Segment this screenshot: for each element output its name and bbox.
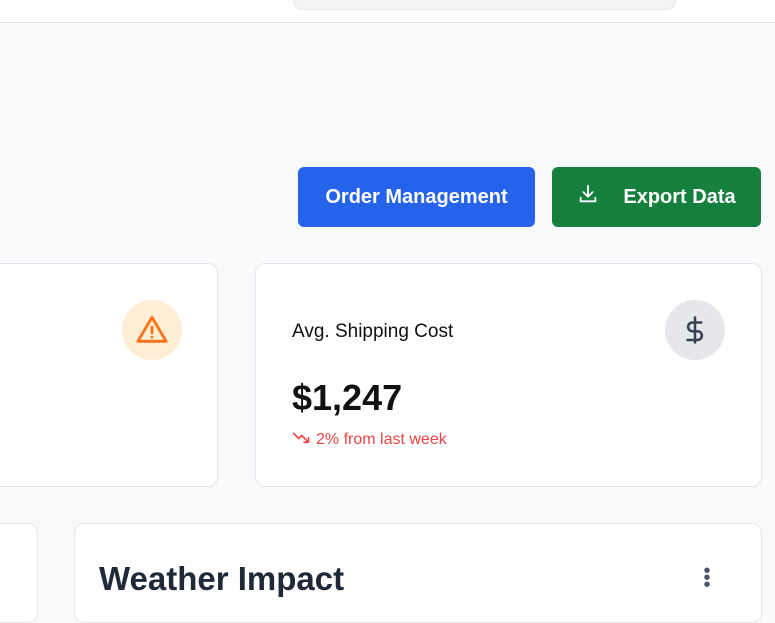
panel-title: Weather Impact xyxy=(99,560,345,597)
alert-stat-card xyxy=(0,263,218,487)
search-input[interactable] xyxy=(293,0,676,10)
trend-text: 2% from last week xyxy=(316,430,447,448)
warning-icon xyxy=(122,300,182,360)
stat-value: $1,247 xyxy=(292,377,403,418)
more-options-icon[interactable]: • • • xyxy=(703,561,711,595)
export-data-button[interactable]: Export Data xyxy=(552,167,761,227)
dollar-icon xyxy=(665,300,725,360)
stat-trend: 2% from last week xyxy=(292,430,447,449)
weather-impact-panel: Weather Impact • • • xyxy=(74,523,762,623)
left-panel xyxy=(0,523,38,623)
export-data-label: Export Data xyxy=(623,185,736,208)
avg-shipping-cost-card: Avg. Shipping Cost $1,247 2% from last w… xyxy=(255,263,762,487)
top-header xyxy=(0,0,775,23)
order-management-button[interactable]: Order Management xyxy=(298,167,535,227)
stat-label: Avg. Shipping Cost xyxy=(292,321,454,342)
trending-down-icon xyxy=(292,430,310,449)
download-icon xyxy=(577,183,599,211)
